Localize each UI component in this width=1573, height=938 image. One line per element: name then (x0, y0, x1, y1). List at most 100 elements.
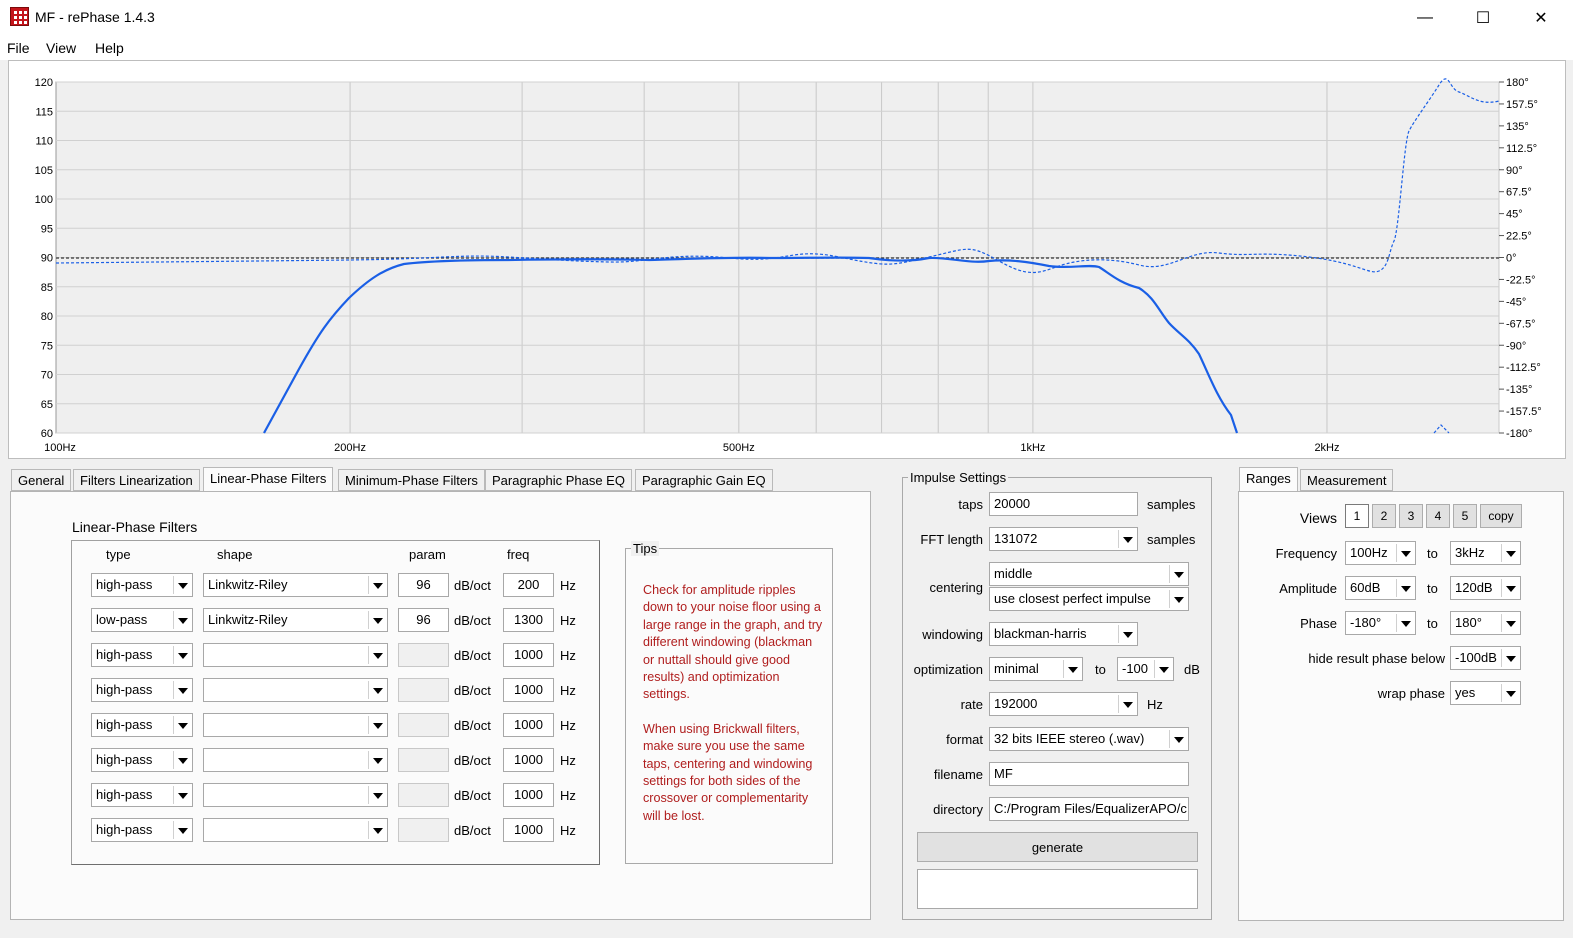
centering-mode-select[interactable]: use closest perfect impulse (989, 587, 1189, 611)
menu-file[interactable]: File (7, 40, 30, 56)
phase-tick-label: 22.5° (1506, 231, 1532, 243)
fft-length-label: FFT length (920, 532, 983, 547)
tab-general[interactable]: General (11, 469, 72, 491)
hz-unit-label: Hz (560, 823, 576, 838)
filter-shape-select[interactable] (203, 713, 388, 737)
filter-shape-select[interactable] (203, 643, 388, 667)
maximize-button[interactable]: ☐ (1454, 0, 1512, 36)
format-select[interactable]: 32 bits IEEE stereo (.wav) (989, 727, 1189, 751)
phase-tick-label: 90° (1506, 165, 1523, 177)
filter-type-select[interactable]: high-pass (91, 748, 193, 772)
amplitude-tick-label: 115 (35, 106, 53, 118)
centering-select[interactable]: middle (989, 562, 1189, 586)
filter-shape-select[interactable]: Linkwitz-Riley (203, 573, 388, 597)
frequency-label: Frequency (1275, 546, 1337, 561)
filter-shape-select[interactable] (203, 678, 388, 702)
tab-measurement[interactable]: Measurement (1300, 469, 1394, 491)
filter-param-input[interactable]: 96 (398, 573, 449, 597)
view-2-button[interactable]: 2 (1372, 504, 1396, 528)
view-5-button[interactable]: 5 (1453, 504, 1477, 528)
filter-freq-input[interactable]: 1000 (503, 783, 554, 807)
hz-unit-label: Hz (560, 788, 576, 803)
menu-help[interactable]: Help (95, 40, 124, 56)
filter-type-select[interactable]: high-pass (91, 573, 193, 597)
phase-tick-label: -67.5° (1506, 318, 1535, 330)
filter-param-input[interactable] (398, 748, 449, 772)
minimize-button[interactable]: — (1396, 0, 1454, 36)
rate-select[interactable]: 192000 (989, 692, 1138, 716)
tab-linear-phase-filters[interactable]: Linear-Phase Filters (203, 467, 334, 492)
filter-param-input[interactable]: 96 (398, 608, 449, 632)
tab-minimum-phase-filters[interactable]: Minimum-Phase Filters (338, 469, 485, 491)
filter-type-select[interactable]: low-pass (91, 608, 193, 632)
amplitude-to-select[interactable]: 120dB (1450, 576, 1521, 600)
filter-freq-input[interactable]: 1000 (503, 748, 554, 772)
amplitude-to-label: to (1427, 581, 1438, 596)
view-4-button[interactable]: 4 (1426, 504, 1450, 528)
filter-freq-input[interactable]: 1000 (503, 643, 554, 667)
hide-phase-select[interactable]: -100dB (1450, 646, 1521, 670)
amplitude-label: Amplitude (1279, 581, 1337, 596)
view-1-button[interactable]: 1 (1345, 504, 1369, 528)
menu-view[interactable]: View (46, 40, 76, 56)
amplitude-from-select[interactable]: 60dB (1345, 576, 1416, 600)
tab-paragraphic-gain-eq[interactable]: Paragraphic Gain EQ (635, 469, 773, 491)
filter-param-input[interactable] (398, 818, 449, 842)
chevron-down-icon (1501, 614, 1518, 632)
chevron-down-icon (1169, 590, 1186, 608)
filter-param-input[interactable] (398, 643, 449, 667)
fft-length-unit: samples (1147, 532, 1196, 547)
chevron-down-icon (1396, 544, 1413, 562)
chevron-down-icon (1169, 730, 1186, 748)
filter-type-select[interactable]: high-pass (91, 678, 193, 702)
filter-shape-select[interactable] (203, 818, 388, 842)
filter-shape-select[interactable]: Linkwitz-Riley (203, 608, 388, 632)
view-3-button[interactable]: 3 (1399, 504, 1423, 528)
amplitude-tick-label: 110 (35, 136, 53, 148)
chevron-down-icon (1501, 579, 1518, 597)
frequency-from-select[interactable]: 100Hz (1345, 541, 1416, 565)
filter-param-input[interactable] (398, 783, 449, 807)
copy-view-button[interactable]: copy (1480, 504, 1522, 528)
fft-length-select[interactable]: 131072 (989, 527, 1138, 551)
directory-input[interactable]: C:/Program Files/EqualizerAPO/c (989, 797, 1189, 821)
filter-param-input[interactable] (398, 678, 449, 702)
filter-freq-input[interactable]: 1300 (503, 608, 554, 632)
filename-input[interactable]: MF (989, 762, 1189, 786)
amplitude-tick-label: 105 (35, 165, 53, 177)
phase-label: Phase (1300, 616, 1337, 631)
phase-tick-label: 135° (1506, 121, 1529, 133)
filter-param-input[interactable] (398, 713, 449, 737)
frequency-to-select[interactable]: 3kHz (1450, 541, 1521, 565)
tips-paragraph-2: When using Brickwall filters, make sure … (643, 721, 813, 823)
filter-freq-input[interactable]: 200 (503, 573, 554, 597)
amplitude-tick-label: 85 (41, 282, 53, 294)
rate-unit: Hz (1147, 697, 1163, 712)
graph-canvas[interactable]: 120 115 110 105 100 95 90 85 80 75 70 65 60 180° 157.… (9, 61, 1567, 460)
filter-type-select[interactable]: high-pass (91, 643, 193, 667)
tab-filters-linearization[interactable]: Filters Linearization (73, 469, 200, 491)
tab-ranges[interactable]: Ranges (1239, 467, 1298, 492)
wrap-phase-select[interactable]: yes (1450, 681, 1521, 705)
filter-freq-input[interactable]: 1000 (503, 678, 554, 702)
hz-unit-label: Hz (560, 718, 576, 733)
filter-freq-input[interactable]: 1000 (503, 713, 554, 737)
close-button[interactable]: ✕ (1512, 0, 1570, 36)
frequency-response-graph[interactable]: 120 115 110 105 100 95 90 85 80 75 70 65 60 180° 157.… (8, 60, 1566, 459)
optimization-select[interactable]: minimal (989, 657, 1083, 681)
filter-shape-select[interactable] (203, 748, 388, 772)
filter-type-select[interactable]: high-pass (91, 713, 193, 737)
filter-type-select[interactable]: high-pass (91, 783, 193, 807)
generate-button[interactable]: generate (917, 832, 1198, 862)
amplitude-tick-label: 70 (41, 370, 53, 382)
taps-input[interactable]: 20000 (989, 492, 1138, 516)
optimization-db-select[interactable]: -100 (1117, 657, 1174, 681)
windowing-select[interactable]: blackman-harris (989, 622, 1138, 646)
phase-from-select[interactable]: -180° (1345, 611, 1416, 635)
tab-paragraphic-phase-eq[interactable]: Paragraphic Phase EQ (485, 469, 632, 491)
phase-to-select[interactable]: 180° (1450, 611, 1521, 635)
filter-freq-input[interactable]: 1000 (503, 818, 554, 842)
frequency-axis: 100Hz 200Hz 500Hz 1kHz 2kHz (44, 442, 1339, 454)
filter-shape-select[interactable] (203, 783, 388, 807)
filter-type-select[interactable]: high-pass (91, 818, 193, 842)
